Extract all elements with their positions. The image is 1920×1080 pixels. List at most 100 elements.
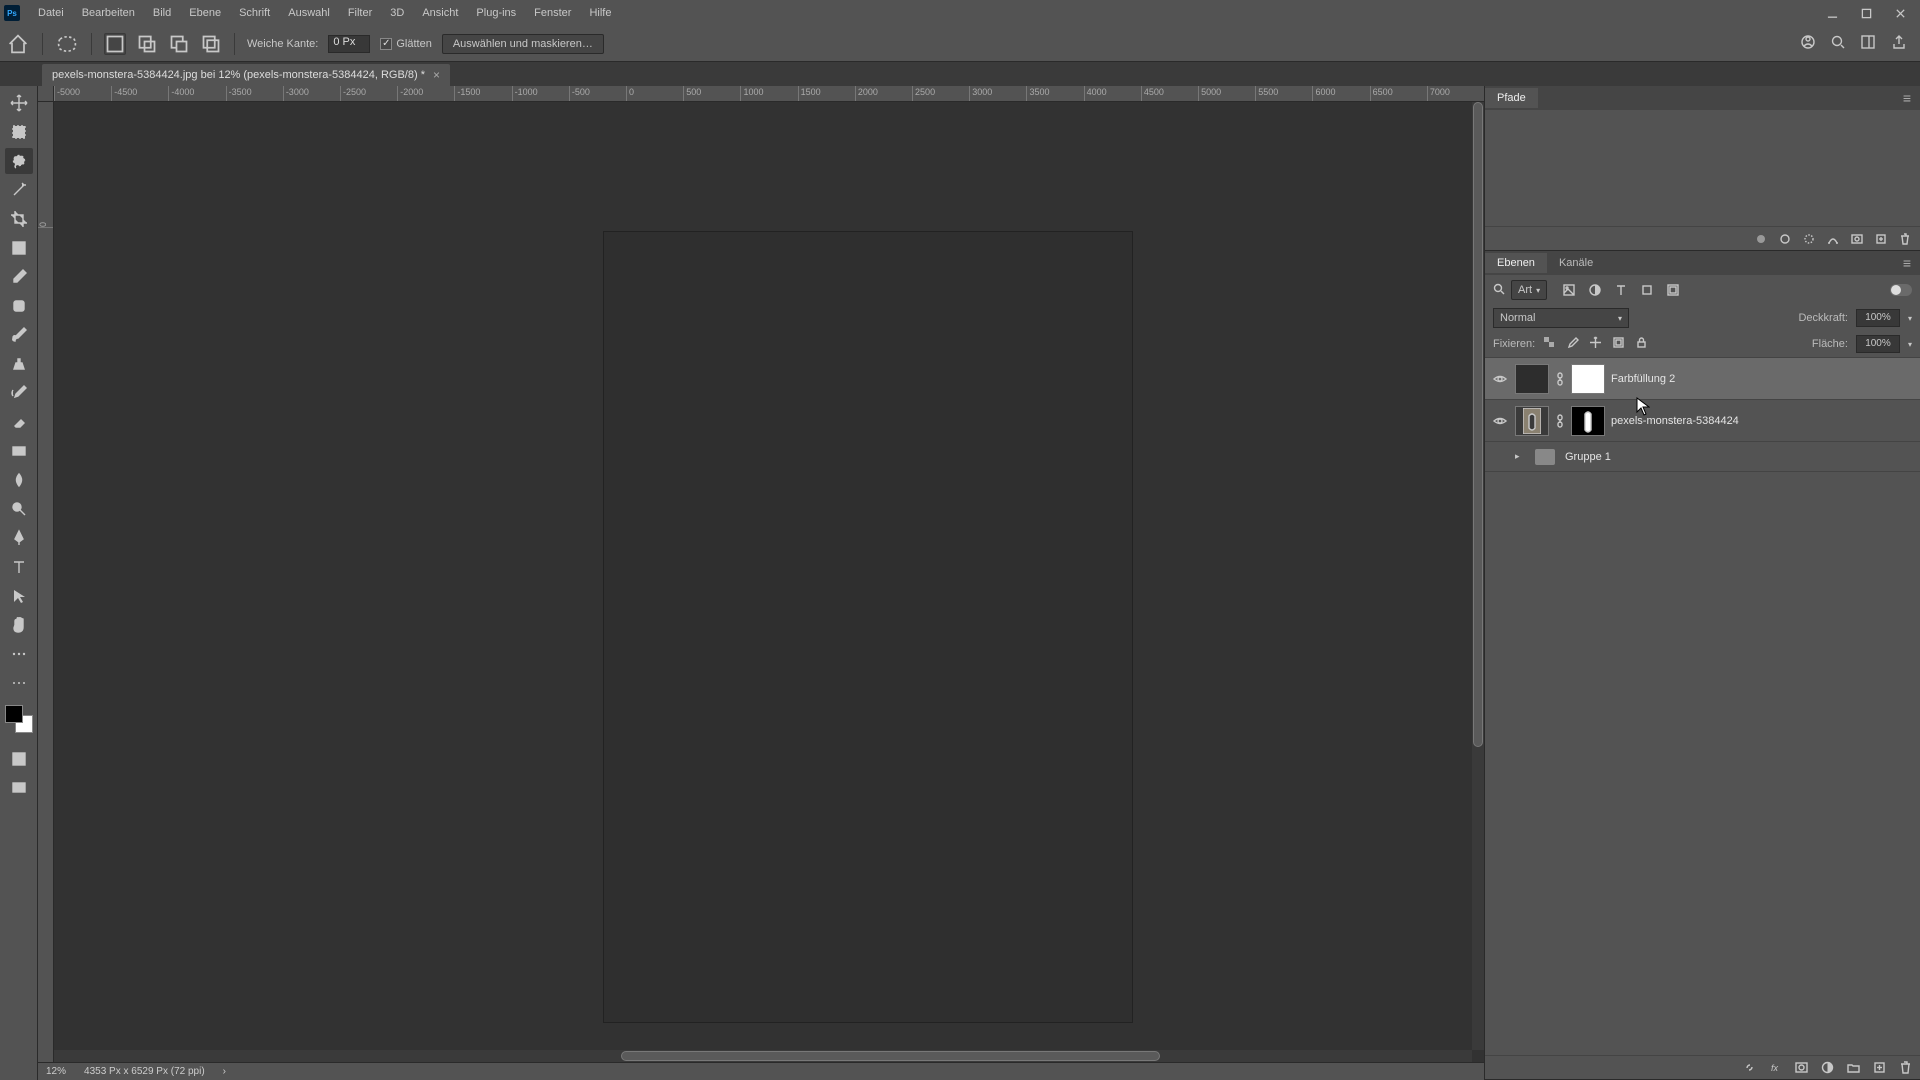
- selection-new-icon[interactable]: [104, 33, 126, 55]
- minimize-button[interactable]: [1816, 3, 1848, 23]
- menu-plugins[interactable]: Plug-ins: [468, 4, 524, 22]
- new-path-icon[interactable]: [1874, 232, 1888, 246]
- eyedropper-tool[interactable]: [5, 264, 33, 290]
- filter-toggle[interactable]: [1890, 284, 1912, 296]
- search-icon[interactable]: [1493, 283, 1505, 298]
- ruler-vertical[interactable]: 0: [38, 102, 54, 1062]
- hand-tool[interactable]: [5, 612, 33, 638]
- path-to-selection-icon[interactable]: [1802, 232, 1816, 246]
- canvas-document[interactable]: [604, 232, 1132, 1022]
- document-tab[interactable]: pexels-monstera-5384424.jpg bei 12% (pex…: [42, 64, 450, 86]
- layer-thumbnail[interactable]: [1515, 364, 1549, 394]
- fill-path-icon[interactable]: [1754, 232, 1768, 246]
- zoom-level[interactable]: 12%: [46, 1066, 66, 1077]
- marquee-tool[interactable]: [5, 119, 33, 145]
- lock-all-icon[interactable]: [1635, 336, 1648, 352]
- menu-filter[interactable]: Filter: [340, 4, 380, 22]
- lock-position-icon[interactable]: [1589, 336, 1602, 352]
- home-icon[interactable]: [6, 32, 30, 56]
- visibility-toggle[interactable]: [1491, 370, 1509, 388]
- menu-ebene[interactable]: Ebene: [181, 4, 229, 22]
- quick-mask-icon[interactable]: [5, 746, 33, 772]
- layer-row[interactable]: ▸ Gruppe 1: [1485, 442, 1920, 472]
- foreground-color-swatch[interactable]: [5, 705, 23, 723]
- magic-wand-tool[interactable]: [5, 177, 33, 203]
- chevron-down-icon[interactable]: ▾: [1908, 314, 1912, 323]
- layer-name[interactable]: Farbfüllung 2: [1611, 373, 1675, 385]
- workspace-switcher-icon[interactable]: [1860, 34, 1876, 53]
- share-icon[interactable]: [1890, 33, 1908, 54]
- filter-smartobject-icon[interactable]: [1665, 282, 1681, 298]
- filter-pixel-icon[interactable]: [1561, 282, 1577, 298]
- panel-menu-icon[interactable]: ≡: [1895, 255, 1920, 271]
- close-button[interactable]: [1884, 3, 1916, 23]
- doc-info-arrow-icon[interactable]: ›: [223, 1066, 226, 1077]
- history-brush-tool[interactable]: [5, 380, 33, 406]
- menu-datei[interactable]: Datei: [30, 4, 72, 22]
- blend-mode-dropdown[interactable]: Normal ▾: [1493, 308, 1629, 328]
- link-icon[interactable]: [1555, 372, 1565, 386]
- filter-type-icon[interactable]: [1613, 282, 1629, 298]
- scrollbar-horizontal[interactable]: [54, 1050, 1472, 1062]
- layer-thumbnail[interactable]: [1515, 406, 1549, 436]
- channels-tab[interactable]: Kanäle: [1547, 253, 1605, 273]
- scrollbar-thumb[interactable]: [1473, 102, 1483, 747]
- selection-add-icon[interactable]: [136, 33, 158, 55]
- add-mask-icon[interactable]: [1850, 232, 1864, 246]
- menu-hilfe[interactable]: Hilfe: [581, 4, 619, 22]
- layer-row[interactable]: pexels-monstera-5384424: [1485, 400, 1920, 442]
- type-tool[interactable]: [5, 554, 33, 580]
- brush-tool[interactable]: [5, 322, 33, 348]
- layer-row[interactable]: Farbfüllung 2: [1485, 358, 1920, 400]
- visibility-toggle[interactable]: [1491, 448, 1509, 466]
- menu-auswahl[interactable]: Auswahl: [280, 4, 338, 22]
- lasso-tool[interactable]: [5, 148, 33, 174]
- menu-ansicht[interactable]: Ansicht: [414, 4, 466, 22]
- layer-name[interactable]: Gruppe 1: [1565, 451, 1611, 463]
- maximize-button[interactable]: [1850, 3, 1882, 23]
- search-icon[interactable]: [1830, 34, 1846, 53]
- foreground-background-swatch[interactable]: [5, 705, 33, 733]
- lock-artboard-icon[interactable]: [1612, 336, 1625, 352]
- doc-info[interactable]: 4353 Px x 6529 Px (72 ppi): [84, 1066, 205, 1077]
- mask-thumbnail[interactable]: [1571, 406, 1605, 436]
- selection-intersect-icon[interactable]: [200, 33, 222, 55]
- screen-mode-icon[interactable]: [5, 775, 33, 801]
- select-and-mask-button[interactable]: Auswählen und maskieren…: [442, 34, 604, 54]
- healing-brush-tool[interactable]: [5, 293, 33, 319]
- menu-3d[interactable]: 3D: [382, 4, 412, 22]
- eraser-tool[interactable]: [5, 409, 33, 435]
- frame-tool[interactable]: [5, 235, 33, 261]
- opacity-input[interactable]: 100%: [1856, 309, 1900, 327]
- crop-tool[interactable]: [5, 206, 33, 232]
- paths-panel-body[interactable]: [1485, 110, 1920, 226]
- more-tools-icon[interactable]: [5, 641, 33, 667]
- add-mask-icon[interactable]: [1794, 1061, 1808, 1075]
- menu-schrift[interactable]: Schrift: [231, 4, 278, 22]
- scrollbar-thumb[interactable]: [621, 1051, 1160, 1061]
- new-layer-icon[interactable]: [1872, 1061, 1886, 1075]
- dodge-tool[interactable]: [5, 496, 33, 522]
- layer-list[interactable]: Farbfüllung 2 pexels-monstera-5384424: [1485, 357, 1920, 1055]
- link-layers-icon[interactable]: [1742, 1061, 1756, 1075]
- move-tool[interactable]: [5, 90, 33, 116]
- layer-style-icon[interactable]: fx: [1768, 1061, 1782, 1075]
- delete-layer-icon[interactable]: [1898, 1061, 1912, 1075]
- blur-tool[interactable]: [5, 467, 33, 493]
- panel-menu-icon[interactable]: ≡: [1895, 90, 1920, 106]
- ruler-horizontal[interactable]: -5000-4500-4000-3500-3000-2500-2000-1500…: [54, 86, 1484, 102]
- layers-tab[interactable]: Ebenen: [1485, 253, 1547, 273]
- canvas-viewport[interactable]: [54, 102, 1484, 1062]
- filter-adjustment-icon[interactable]: [1587, 282, 1603, 298]
- link-icon[interactable]: [1555, 414, 1565, 428]
- selection-subtract-icon[interactable]: [168, 33, 190, 55]
- feather-input[interactable]: 0 Px: [328, 35, 370, 53]
- cloud-docs-icon[interactable]: [1800, 34, 1816, 53]
- new-group-icon[interactable]: [1846, 1061, 1860, 1075]
- expand-arrow-icon[interactable]: ▸: [1515, 451, 1525, 462]
- edit-toolbar-icon[interactable]: [5, 670, 33, 696]
- close-tab-icon[interactable]: ×: [433, 68, 440, 82]
- clone-stamp-tool[interactable]: [5, 351, 33, 377]
- visibility-toggle[interactable]: [1491, 412, 1509, 430]
- path-selection-tool[interactable]: [5, 583, 33, 609]
